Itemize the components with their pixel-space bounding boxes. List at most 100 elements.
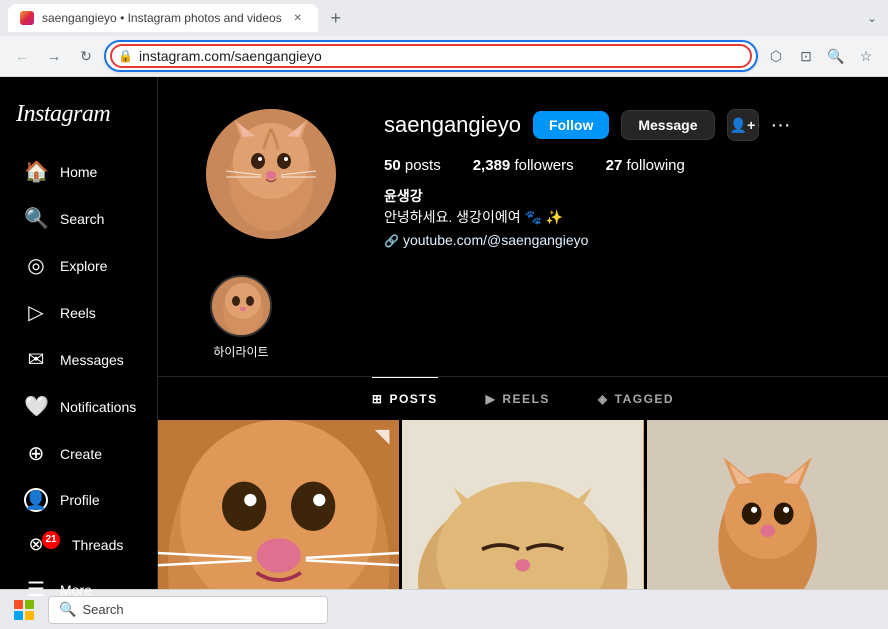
reels-icon: ▷: [24, 300, 48, 325]
windows-logo: [14, 600, 34, 620]
windows-start-button[interactable]: [8, 594, 40, 626]
sidebar-label-profile: Profile: [60, 492, 100, 508]
posts-tab-icon: ⊞: [372, 392, 384, 406]
profile-icon: 👤: [24, 488, 48, 512]
browser-search-button[interactable]: 🔍: [822, 42, 850, 70]
browser-chrome: saengangieyo • Instagram photos and vide…: [0, 0, 888, 77]
threads-badge: 21: [42, 531, 60, 549]
tab-expand-icon: ⌄: [864, 10, 880, 26]
posts-stat: 50 posts: [384, 157, 441, 174]
toolbar: ← → ↻ 🔒 instagram.com/saengangieyo ⬡ ⊡ 🔍…: [0, 36, 888, 76]
win-quad-4: [25, 611, 34, 620]
sidebar-item-create[interactable]: ⊕ Create: [8, 431, 149, 476]
search-icon: 🔍: [24, 206, 48, 231]
sidebar-label-notifications: Notifications: [60, 399, 136, 415]
tab-close-button[interactable]: ✕: [290, 10, 306, 26]
home-icon: 🏠: [24, 159, 48, 184]
screenshot-button[interactable]: ⊡: [792, 42, 820, 70]
sidebar-item-messages[interactable]: ✉ Messages: [8, 337, 149, 382]
sidebar-item-home[interactable]: 🏠 Home: [8, 149, 149, 194]
sidebar-label-threads: Threads: [72, 537, 123, 553]
win-quad-3: [14, 611, 23, 620]
win-quad-1: [14, 600, 23, 609]
reels-tab-label: REELS: [502, 392, 550, 406]
profile-name-row: saengangieyo Follow Message 👤+ ···: [384, 109, 840, 141]
new-tab-button[interactable]: +: [322, 4, 350, 32]
follow-button[interactable]: Follow: [533, 111, 609, 139]
avatar-svg: [206, 109, 336, 239]
post-thumb-3[interactable]: [647, 420, 888, 589]
posts-tab-label: POSTS: [389, 392, 437, 406]
profile-header: saengangieyo Follow Message 👤+ ··· 50 po…: [158, 77, 888, 275]
tab-tagged[interactable]: ◈ TAGGED: [598, 377, 674, 420]
taskbar: 🔍 Search: [0, 589, 888, 629]
profile-link[interactable]: youtube.com/@saengangieyo: [403, 230, 588, 251]
page-content: Instagram 🏠 Home 🔍 Search ◎ Explore ▷ Re…: [0, 77, 888, 589]
reload-button[interactable]: ↻: [72, 42, 100, 70]
link-icon: 🔗: [384, 232, 399, 250]
tab-title: saengangieyo • Instagram photos and vide…: [42, 11, 282, 25]
sidebar-item-threads[interactable]: ⊗ 21 Threads: [8, 524, 149, 565]
create-icon: ⊕: [24, 441, 48, 466]
profile-avatar: [206, 109, 336, 239]
profile-info: saengangieyo Follow Message 👤+ ··· 50 po…: [384, 109, 840, 251]
address-bar[interactable]: 🔒 instagram.com/saengangieyo: [104, 40, 758, 72]
taskbar-search-box[interactable]: 🔍 Search: [48, 596, 328, 624]
sidebar-item-reels[interactable]: ▷ Reels: [8, 290, 149, 335]
notifications-icon: 🤍: [24, 394, 48, 419]
threads-icon-wrap: ⊗ 21: [24, 534, 60, 555]
tagged-tab-icon: ◈: [598, 392, 609, 406]
forward-button[interactable]: →: [40, 42, 68, 70]
browser-actions: ⬡ ⊡ 🔍 ☆: [762, 42, 880, 70]
profile-bio: 윤생강 안녕하세요. 생강이에여 🐾 ✨ 🔗 youtube.com/@saen…: [384, 186, 840, 251]
main-content: saengangieyo Follow Message 👤+ ··· 50 po…: [158, 77, 888, 589]
message-button[interactable]: Message: [621, 110, 714, 140]
sidebar-label-reels: Reels: [60, 305, 96, 321]
taskbar-search-text: Search: [82, 602, 123, 617]
more-options-button[interactable]: ···: [771, 114, 791, 137]
profile-tabs: ⊞ POSTS ▶ REELS ◈ TAGGED: [158, 376, 888, 420]
sidebar: Instagram 🏠 Home 🔍 Search ◎ Explore ▷ Re…: [0, 77, 158, 589]
bio-line1: 안녕하세요. 생강이에여 🐾 ✨: [384, 207, 840, 228]
instagram-logo[interactable]: Instagram: [0, 85, 157, 148]
profile-stats: 50 posts 2,389 followers 27 following: [384, 157, 840, 174]
tagged-tab-label: TAGGED: [615, 392, 674, 406]
sidebar-label-explore: Explore: [60, 258, 107, 274]
sidebar-item-explore[interactable]: ◎ Explore: [8, 243, 149, 288]
reels-tab-icon: ▶: [486, 392, 497, 406]
taskbar-search-icon: 🔍: [59, 601, 76, 618]
back-button[interactable]: ←: [8, 42, 36, 70]
post-thumb-1[interactable]: [158, 420, 399, 589]
tab-favicon: [20, 11, 34, 25]
tab-posts[interactable]: ⊞ POSTS: [372, 377, 438, 420]
sidebar-item-search[interactable]: 🔍 Search: [8, 196, 149, 241]
posts-grid: [158, 420, 888, 589]
cast-button[interactable]: ⬡: [762, 42, 790, 70]
tab-bar: saengangieyo • Instagram photos and vide…: [0, 0, 888, 36]
url-text: instagram.com/saengangieyo: [139, 48, 744, 64]
highlight-avatar: [212, 277, 272, 337]
profile-username: saengangieyo: [384, 112, 521, 138]
highlights-section: 하이라이트: [158, 275, 888, 376]
following-stat: 27 following: [606, 157, 685, 174]
explore-icon: ◎: [24, 253, 48, 278]
highlight-label: 하이라이트: [213, 343, 268, 360]
lock-icon: 🔒: [118, 49, 133, 63]
followers-stat: 2,389 followers: [473, 157, 574, 174]
messages-icon: ✉: [24, 347, 48, 372]
sidebar-label-messages: Messages: [60, 352, 124, 368]
sidebar-label-create: Create: [60, 446, 102, 462]
sidebar-label-search: Search: [60, 211, 104, 227]
highlight-circle: [210, 275, 272, 337]
sidebar-item-notifications[interactable]: 🤍 Notifications: [8, 384, 149, 429]
add-friend-button[interactable]: 👤+: [727, 109, 759, 141]
sidebar-label-home: Home: [60, 164, 97, 180]
sidebar-item-profile[interactable]: 👤 Profile: [8, 478, 149, 522]
bio-name: 윤생강: [384, 186, 840, 207]
bookmark-button[interactable]: ☆: [852, 42, 880, 70]
active-tab[interactable]: saengangieyo • Instagram photos and vide…: [8, 4, 318, 32]
post-thumb-2[interactable]: [402, 420, 643, 589]
win-quad-2: [25, 600, 34, 609]
tab-reels[interactable]: ▶ REELS: [486, 377, 550, 420]
highlight-item[interactable]: 하이라이트: [206, 275, 276, 360]
